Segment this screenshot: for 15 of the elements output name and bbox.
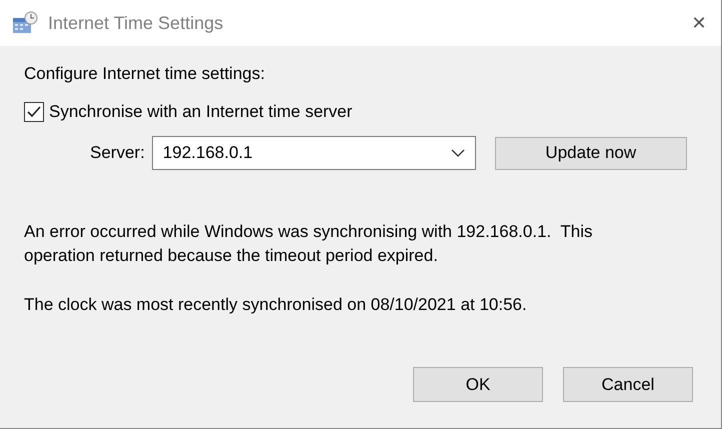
close-button[interactable]: ✕ xyxy=(679,12,719,34)
ok-button[interactable]: OK xyxy=(413,367,543,402)
update-now-button[interactable]: Update now xyxy=(494,136,687,170)
server-label: Server: xyxy=(90,143,145,163)
last-sync-message: The clock was most recently synchronised on 08/10/2021 at 10:56. xyxy=(24,295,528,315)
cancel-button[interactable]: Cancel xyxy=(563,367,693,402)
heading: Configure Internet time settings: xyxy=(24,64,266,84)
window-title: Internet Time Settings xyxy=(48,12,224,34)
error-message: An error occurred while Windows was synchronising with 192.168.0.1. This operation returned because the timeout period expired. xyxy=(24,221,594,267)
dropdown-caret-icon[interactable] xyxy=(450,149,465,157)
checkmark-icon xyxy=(27,106,41,118)
server-combobox[interactable]: 192.168.0.1 xyxy=(152,136,476,170)
calendar-clock-icon xyxy=(12,11,38,35)
checkbox-label[interactable]: Synchronise with an Internet time server xyxy=(49,102,352,122)
checkbox[interactable] xyxy=(24,102,44,122)
